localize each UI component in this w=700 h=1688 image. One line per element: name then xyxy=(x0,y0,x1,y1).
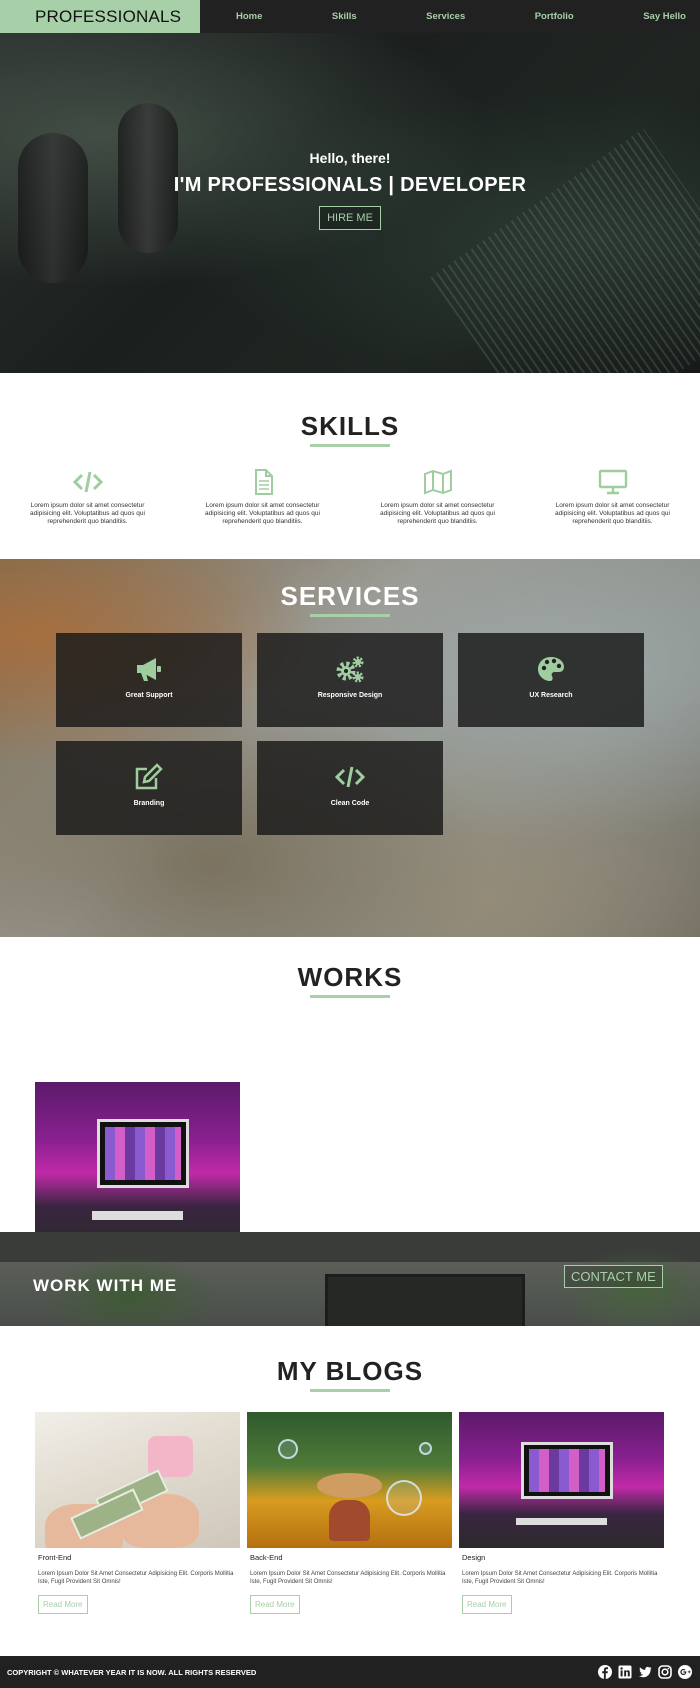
work-image-detail xyxy=(92,1211,183,1220)
hero-section: Hello, there! I'M PROFESSIONALS | DEVELO… xyxy=(0,33,700,373)
skills-title: SKILLS xyxy=(300,411,400,441)
blog-image-detail xyxy=(386,1480,423,1516)
megaphone-icon xyxy=(137,658,161,681)
nav-link-say-hello[interactable]: Say Hello xyxy=(643,11,686,22)
edit-icon xyxy=(135,763,163,790)
twitter-icon[interactable] xyxy=(638,1665,652,1679)
nav-link-skills[interactable]: Skills xyxy=(332,11,357,22)
service-label: Responsive Design xyxy=(317,692,383,699)
hero-title: I'M PROFESSIONALS | DEVELOPER xyxy=(173,174,527,196)
read-more-button[interactable]: Read More xyxy=(250,1595,300,1614)
blog-image[interactable] xyxy=(35,1412,240,1548)
title-underline xyxy=(310,614,390,617)
blog-image[interactable] xyxy=(247,1412,452,1548)
read-more-button[interactable]: Read More xyxy=(38,1595,88,1614)
works-title: WORKS xyxy=(297,962,403,992)
blog-excerpt: Lorem Ipsum Dolor Sit Amet Consectetur A… xyxy=(462,1571,658,1585)
nav-link-services[interactable]: Services xyxy=(426,11,465,22)
work-image-detail xyxy=(104,1126,181,1181)
blog-excerpt: Lorem Ipsum Dolor Sit Amet Consectetur A… xyxy=(38,1571,234,1585)
blog-image-detail xyxy=(277,1439,298,1460)
blog-image-detail xyxy=(316,1473,383,1498)
blog-image[interactable] xyxy=(459,1412,664,1548)
skill-text: Lorem ipsum dolor sit amet consectetur a… xyxy=(380,502,495,525)
skills-list: Lorem ipsum dolor sit amet consectetur a… xyxy=(0,469,700,526)
blogs-title: MY BLOGS xyxy=(276,1356,424,1386)
skill-text: Lorem ipsum dolor sit amet consectetur a… xyxy=(555,502,670,525)
service-card[interactable]: Clean Code xyxy=(257,741,443,835)
blog-category: Design xyxy=(462,1553,486,1562)
hero-greeting: Hello, there! xyxy=(309,150,391,166)
nav-links: Home Skills Services Portfolio Say Hello xyxy=(200,11,700,22)
contact-banner: WORK WITH ME CONTACT ME xyxy=(0,1232,700,1326)
services-title: SERVICES xyxy=(280,581,420,611)
hire-me-button[interactable]: HIRE ME xyxy=(319,206,381,230)
blogs-section: MY BLOGS Front-End Lorem Ipsum Dolor Sit… xyxy=(0,1326,700,1656)
map-icon xyxy=(423,469,452,495)
service-label: UX Research xyxy=(529,692,573,699)
contact-me-button[interactable]: CONTACT ME xyxy=(564,1265,663,1288)
nav-link-portfolio[interactable]: Portfolio xyxy=(535,11,574,22)
brand-logo[interactable]: PROFESSIONALS xyxy=(0,0,200,33)
service-label: Clean Code xyxy=(330,800,370,807)
blog-image-detail xyxy=(419,1441,433,1455)
skills-section: SKILLS Lorem ipsum dolor sit amet consec… xyxy=(0,373,700,559)
skill-item: Lorem ipsum dolor sit amet consectetur a… xyxy=(0,469,175,526)
title-underline xyxy=(310,995,390,998)
linkedin-icon[interactable] xyxy=(618,1665,632,1679)
blog-card: Back-End Lorem Ipsum Dolor Sit Amet Cons… xyxy=(247,1412,452,1614)
blog-card: Front-End Lorem Ipsum Dolor Sit Amet Con… xyxy=(35,1412,240,1614)
contact-background-decoration xyxy=(325,1274,525,1326)
service-label: Branding xyxy=(133,800,165,807)
code-icon xyxy=(72,471,103,493)
skill-text: Lorem ipsum dolor sit amet consectetur a… xyxy=(205,502,320,525)
hero-content: Hello, there! I'M PROFESSIONALS | DEVELO… xyxy=(0,33,700,373)
nav-link-home[interactable]: Home xyxy=(236,11,262,22)
footer-copyright: COPYRIGHT © WHATEVER YEAR IT IS NOW. ALL… xyxy=(7,1667,257,1677)
file-icon xyxy=(254,469,273,495)
blog-category: Front-End xyxy=(38,1553,72,1562)
contact-title: WORK WITH ME xyxy=(33,1276,178,1295)
work-image-desk-setup[interactable] xyxy=(35,1082,240,1248)
blog-image-detail xyxy=(329,1500,370,1542)
works-section: WORKS xyxy=(0,937,700,1580)
service-label: Great Support xyxy=(125,692,173,699)
blog-image-detail xyxy=(528,1448,605,1492)
top-navbar: PROFESSIONALS Home Skills Services Portf… xyxy=(0,0,700,33)
facebook-icon[interactable] xyxy=(598,1665,612,1679)
desktop-icon xyxy=(598,469,627,495)
work-image-detail xyxy=(96,1118,189,1189)
skill-item: Lorem ipsum dolor sit amet consectetur a… xyxy=(350,469,525,526)
title-underline xyxy=(310,1389,390,1392)
service-card[interactable]: Responsive Design xyxy=(257,633,443,727)
blog-image-detail xyxy=(520,1441,613,1500)
service-card[interactable]: UX Research xyxy=(458,633,644,727)
social-links xyxy=(598,1665,692,1679)
service-card[interactable]: Branding xyxy=(56,741,242,835)
google-plus-icon[interactable] xyxy=(678,1665,692,1679)
footer: COPYRIGHT © WHATEVER YEAR IT IS NOW. ALL… xyxy=(0,1656,700,1688)
blog-category: Back-End xyxy=(250,1553,283,1562)
instagram-icon[interactable] xyxy=(658,1665,672,1679)
gears-icon xyxy=(336,656,364,683)
blog-card: Design Lorem Ipsum Dolor Sit Amet Consec… xyxy=(459,1412,664,1614)
skill-item: Lorem ipsum dolor sit amet consectetur a… xyxy=(175,469,350,526)
service-card[interactable]: Great Support xyxy=(56,633,242,727)
read-more-button[interactable]: Read More xyxy=(462,1595,512,1614)
title-underline xyxy=(310,444,390,447)
skill-item: Lorem ipsum dolor sit amet consectetur a… xyxy=(525,469,700,526)
code-icon xyxy=(335,766,365,788)
services-section: SERVICES Great Support Responsive Design… xyxy=(0,559,700,937)
blog-image-detail xyxy=(516,1518,607,1525)
blog-excerpt: Lorem Ipsum Dolor Sit Amet Consectetur A… xyxy=(250,1571,446,1585)
palette-icon xyxy=(538,657,564,681)
skill-text: Lorem ipsum dolor sit amet consectetur a… xyxy=(30,502,145,525)
